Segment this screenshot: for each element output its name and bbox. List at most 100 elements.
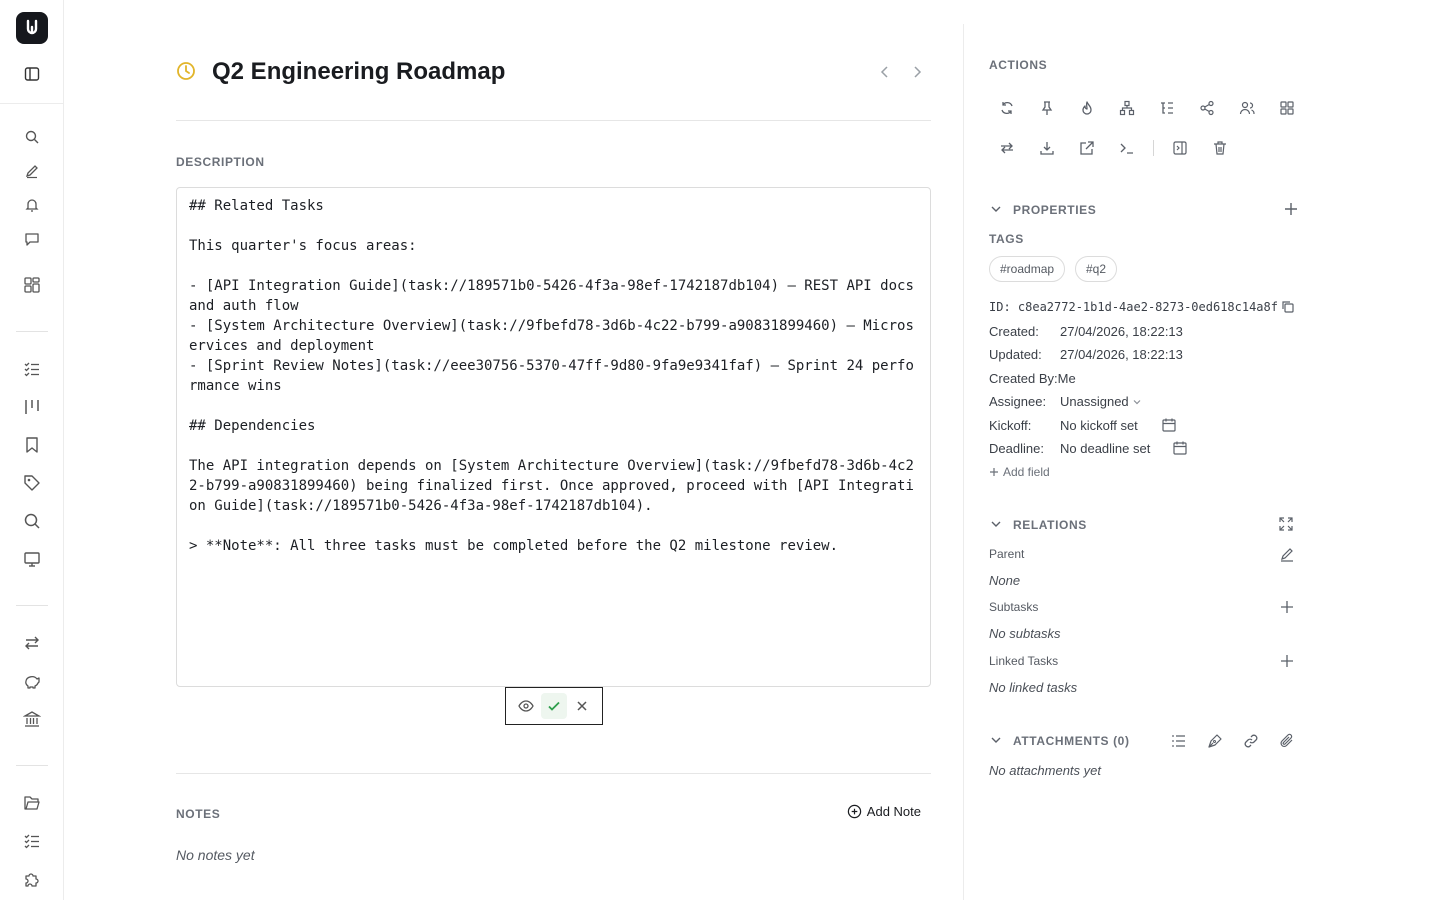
search-icon[interactable]	[20, 125, 44, 149]
transfer-icon[interactable]	[20, 631, 44, 655]
tags-label: TAGS	[989, 232, 1024, 246]
preview-eye-icon[interactable]	[513, 693, 539, 719]
assignee-label: Assignee:	[989, 394, 1047, 409]
created-value: 27/04/2026, 18:22:13	[1060, 324, 1183, 339]
add-subtask-icon[interactable]	[1280, 600, 1294, 614]
next-icon[interactable]	[909, 64, 925, 80]
subtasks-label: Subtasks	[989, 600, 1039, 614]
linked-tasks-value: No linked tasks	[989, 680, 1078, 695]
app-logo[interactable]	[16, 12, 48, 44]
parent-value: None	[989, 573, 1021, 588]
properties-chevron-icon[interactable]	[989, 202, 1003, 216]
right-panel: ACTIONS PROPERTIES TAGS #roadmap #q2 ID:…	[963, 24, 1440, 900]
refresh-icon[interactable]	[995, 96, 1019, 120]
attachments-label: ATTACHMENTS (0)	[1013, 734, 1130, 748]
trash-icon[interactable]	[1208, 136, 1232, 160]
terminal-icon[interactable]	[1115, 136, 1139, 160]
notes-label: NOTES	[176, 807, 221, 821]
parent-label: Parent	[989, 547, 1025, 561]
panel-collapse-icon[interactable]	[1168, 136, 1192, 160]
left-rail	[0, 0, 64, 900]
created-by-label: Created By:	[989, 371, 1058, 386]
sidebar-toggle-icon[interactable]	[20, 62, 44, 86]
cancel-close-icon[interactable]	[569, 693, 595, 719]
relations-label: RELATIONS	[1013, 518, 1087, 532]
attachments-value: No attachments yet	[989, 763, 1101, 778]
bell-icon[interactable]	[20, 193, 44, 217]
chat-icon[interactable]	[20, 227, 44, 251]
bookmark-icon[interactable]	[20, 433, 44, 457]
checklist-icon[interactable]	[20, 829, 44, 853]
puzzle-icon[interactable]	[20, 867, 44, 891]
deadline-value[interactable]: No deadline set	[1060, 441, 1150, 456]
tag-icon[interactable]	[20, 471, 44, 495]
piggy-bank-icon[interactable]	[20, 669, 44, 693]
title-row: Q2 Engineering Roadmap	[176, 52, 931, 92]
chevron-down-icon	[1132, 397, 1142, 407]
assignee-value: Unassigned	[1060, 394, 1129, 409]
grid-icon[interactable]	[1275, 96, 1299, 120]
previous-icon[interactable]	[877, 64, 893, 80]
list-view-icon[interactable]	[1171, 733, 1187, 749]
tag-chip[interactable]: #roadmap	[989, 256, 1066, 282]
search-large-icon[interactable]	[20, 509, 44, 533]
flame-icon[interactable]	[1075, 96, 1099, 120]
add-field-button[interactable]: Add field	[989, 465, 1050, 479]
created-by: Created By:Me	[989, 371, 1076, 386]
actions-label: ACTIONS	[989, 58, 1048, 72]
confirm-check-icon[interactable]	[541, 693, 567, 719]
plus-circle-icon	[847, 804, 862, 819]
task-id: ID: c8ea2772-1b1d-4ae2-8273-0ed618c14a8f	[989, 300, 1278, 314]
clock-icon	[176, 61, 196, 81]
attachments-chevron-icon[interactable]	[989, 733, 1003, 747]
kickoff-label: Kickoff:	[989, 418, 1032, 433]
paperclip-icon[interactable]	[1279, 733, 1295, 749]
external-link-icon[interactable]	[1075, 136, 1099, 160]
created-by-value: Me	[1057, 371, 1076, 386]
download-icon[interactable]	[1035, 136, 1059, 160]
task-list-icon[interactable]	[20, 357, 44, 381]
notes-empty: No notes yet	[176, 847, 255, 863]
pen-tool-icon[interactable]	[1207, 733, 1223, 749]
edit-parent-icon[interactable]	[1279, 546, 1295, 562]
updated-value: 27/04/2026, 18:22:13	[1060, 347, 1183, 362]
expand-icon[interactable]	[1278, 516, 1294, 532]
editor-toolbar	[505, 687, 603, 725]
add-linked-task-icon[interactable]	[1280, 654, 1294, 668]
monitor-icon[interactable]	[20, 547, 44, 571]
dashboard-icon[interactable]	[20, 273, 44, 297]
pin-icon[interactable]	[1035, 96, 1059, 120]
copy-icon[interactable]	[1281, 300, 1295, 314]
plus-icon	[989, 467, 999, 477]
page-title: Q2 Engineering Roadmap	[212, 58, 506, 85]
hierarchy-icon[interactable]	[1115, 96, 1139, 120]
add-field-label: Add field	[1003, 465, 1050, 479]
indent-list-icon[interactable]	[1155, 96, 1179, 120]
description-label: DESCRIPTION	[176, 155, 265, 169]
properties-label: PROPERTIES	[1013, 203, 1097, 217]
description-editor[interactable]: ## Related Tasks This quarter's focus ar…	[176, 187, 931, 687]
add-property-icon[interactable]	[1284, 202, 1298, 216]
folder-icon[interactable]	[20, 791, 44, 815]
task-detail-main: Q2 Engineering Roadmap DESCRIPTION ## Re…	[176, 0, 931, 900]
users-icon[interactable]	[1235, 96, 1259, 120]
kickoff-value[interactable]: No kickoff set	[1060, 418, 1138, 433]
deadline-calendar-icon[interactable]	[1172, 440, 1188, 456]
bank-icon[interactable]	[20, 707, 44, 731]
edit-icon[interactable]	[20, 159, 44, 183]
kickoff-calendar-icon[interactable]	[1161, 417, 1177, 433]
assignee-dropdown[interactable]: Unassigned	[1060, 394, 1142, 409]
linked-tasks-label: Linked Tasks	[989, 654, 1059, 668]
subtasks-value: No subtasks	[989, 626, 1061, 641]
add-note-label: Add Note	[866, 804, 921, 819]
add-note-button[interactable]: Add Note	[847, 804, 921, 819]
kanban-icon[interactable]	[20, 395, 44, 419]
share-icon[interactable]	[1195, 96, 1219, 120]
relations-chevron-icon[interactable]	[989, 517, 1003, 531]
tag-chip[interactable]: #q2	[1075, 256, 1118, 282]
link-icon[interactable]	[1243, 733, 1259, 749]
updated-label: Updated:	[989, 347, 1042, 362]
deadline-label: Deadline:	[989, 441, 1044, 456]
created-label: Created:	[989, 324, 1039, 339]
repeat-icon[interactable]	[995, 136, 1019, 160]
